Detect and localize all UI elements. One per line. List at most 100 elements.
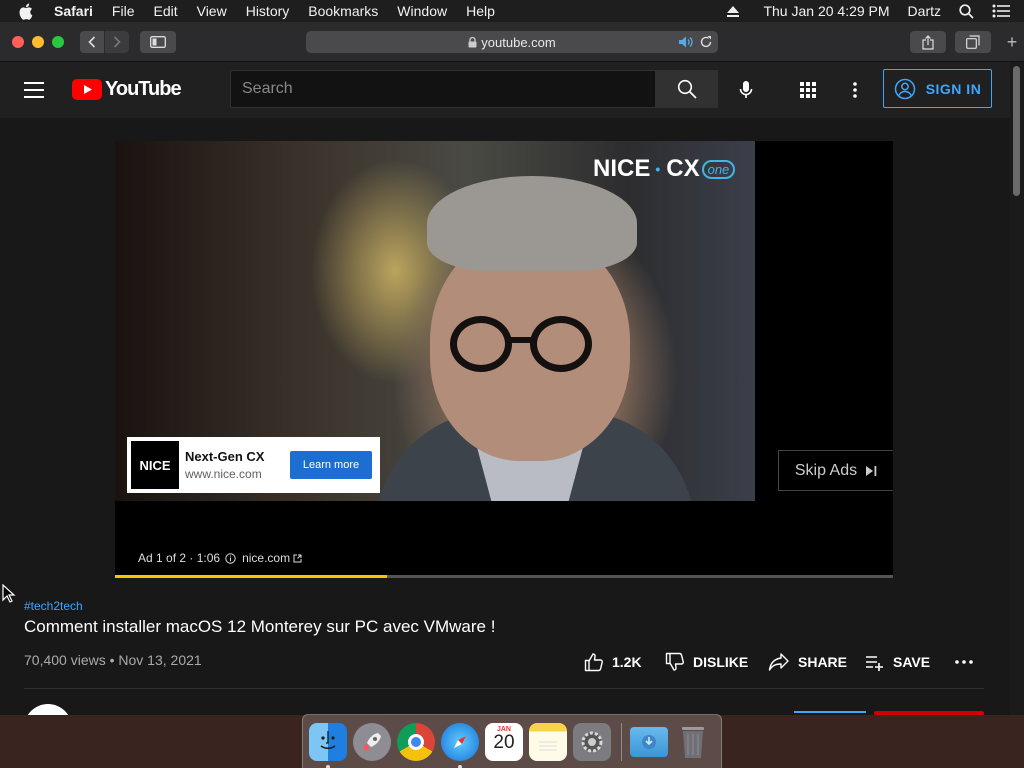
chrome-icon[interactable]	[397, 722, 435, 761]
like-count: 1.2K	[612, 654, 642, 670]
menu-file[interactable]: File	[112, 3, 135, 19]
voice-search-button[interactable]	[733, 77, 759, 103]
ad-brand-nice: NICE	[593, 155, 651, 182]
ad-overlay-card[interactable]: NICE Next-Gen CX www.nice.com Learn more	[127, 437, 380, 493]
join-button[interactable]	[794, 711, 866, 715]
safari-toolbar: youtube.com +	[0, 22, 1024, 62]
ad-brand-logo: NICE • CX one	[593, 155, 736, 183]
thumbs-up-icon	[584, 653, 603, 672]
skip-ads-button[interactable]: Skip Ads	[778, 450, 893, 491]
video-title: Comment installer macOS 12 Monterey sur …	[24, 617, 496, 636]
finder-icon[interactable]	[309, 722, 347, 768]
reload-icon[interactable]	[699, 35, 713, 52]
chevron-left-icon	[88, 36, 96, 48]
scrollbar-thumb[interactable]	[1013, 66, 1020, 196]
eject-icon[interactable]	[727, 5, 740, 17]
ad-card-title: Next-Gen CX	[185, 449, 265, 464]
menu-app-name[interactable]: Safari	[54, 3, 93, 19]
mouse-pointer-icon	[2, 584, 16, 603]
downloads-folder-icon[interactable]	[630, 726, 668, 757]
save-button[interactable]: SAVE	[865, 652, 930, 672]
share-icon	[922, 34, 934, 50]
learn-more-button[interactable]: Learn more	[290, 451, 372, 479]
search-icon	[677, 79, 697, 99]
apple-menu-icon[interactable]	[18, 3, 36, 20]
address-text: youtube.com	[481, 34, 556, 50]
skip-ads-label: Skip Ads	[794, 461, 858, 479]
running-indicator	[458, 764, 462, 768]
page-scrollbar[interactable]	[1010, 62, 1024, 715]
share-label: SHARE	[798, 654, 848, 670]
lock-icon	[468, 36, 477, 48]
webpage: YouTube SIGN IN	[0, 62, 1024, 715]
calendar-day: 20	[493, 731, 515, 753]
ad-brand-cx: CX	[666, 155, 700, 182]
thumbs-down-icon	[665, 652, 684, 671]
trash-icon[interactable]	[674, 723, 712, 761]
safari-icon[interactable]	[441, 722, 479, 768]
ad-card-url: www.nice.com	[185, 467, 262, 481]
launchpad-icon[interactable]	[353, 722, 391, 761]
search-input[interactable]	[231, 71, 655, 107]
menu-user-name[interactable]: Dartz	[908, 3, 941, 19]
subscribe-button[interactable]	[874, 711, 984, 715]
skip-next-icon	[865, 465, 877, 477]
menu-bookmarks[interactable]: Bookmarks	[308, 3, 378, 19]
dislike-button[interactable]: DISLIKE	[665, 652, 748, 672]
calendar-icon[interactable]: JAN 20	[485, 722, 523, 761]
info-icon[interactable]	[225, 552, 236, 564]
search-button[interactable]	[656, 70, 718, 108]
like-button[interactable]: 1.2K	[584, 652, 642, 672]
apps-grid-icon[interactable]	[795, 77, 821, 103]
external-link-icon[interactable]	[293, 554, 302, 563]
system-preferences-icon[interactable]	[573, 722, 611, 761]
hamburger-menu-icon[interactable]	[24, 78, 48, 102]
window-minimize-button[interactable]	[32, 36, 44, 48]
youtube-logo[interactable]: YouTube	[72, 78, 182, 101]
menu-bar: Safari File Edit View History Bookmarks …	[0, 0, 1024, 22]
new-tab-button[interactable]: +	[1000, 31, 1024, 53]
tabs-icon	[966, 35, 980, 49]
playlist-add-icon	[866, 656, 883, 671]
menu-history[interactable]: History	[246, 3, 290, 19]
youtube-header: YouTube SIGN IN	[0, 62, 1024, 118]
menu-help[interactable]: Help	[466, 3, 495, 19]
ad-progress-bar[interactable]	[115, 575, 893, 578]
back-button[interactable]	[80, 31, 104, 53]
ad-counter: Ad 1 of 2 · 1:06	[138, 551, 221, 565]
notes-icon[interactable]	[529, 722, 567, 761]
control-center-icon[interactable]	[992, 4, 1010, 18]
account-icon	[894, 78, 916, 100]
menu-clock[interactable]: Thu Jan 20 4:29 PM	[763, 3, 889, 19]
sign-in-button[interactable]: SIGN IN	[883, 69, 992, 108]
sidebar-toggle-button[interactable]	[140, 31, 176, 53]
menu-edit[interactable]: Edit	[153, 3, 177, 19]
address-bar[interactable]: youtube.com	[306, 31, 718, 53]
save-label: SAVE	[893, 654, 931, 670]
youtube-wordmark: YouTube	[105, 78, 182, 100]
chevron-right-icon	[113, 36, 121, 48]
share-arrow-icon	[768, 653, 789, 671]
dock: JAN 20	[302, 714, 722, 768]
window-zoom-button[interactable]	[52, 36, 64, 48]
spotlight-icon[interactable]	[959, 3, 974, 19]
share-button[interactable]	[910, 31, 946, 53]
video-player[interactable]: NICE • CX one NICE Next-Gen CX www.nice.…	[115, 141, 893, 578]
share-video-button[interactable]: SHARE	[768, 652, 847, 672]
microphone-icon	[739, 81, 753, 98]
ad-domain-link[interactable]: nice.com	[242, 551, 290, 565]
forward-button[interactable]	[105, 31, 129, 53]
more-vertical-icon[interactable]	[842, 77, 868, 103]
sidebar-icon	[150, 36, 166, 48]
channel-avatar[interactable]	[24, 704, 72, 715]
menu-window[interactable]: Window	[397, 3, 447, 19]
video-hashtag[interactable]: #tech2tech	[24, 599, 83, 613]
search-field[interactable]	[230, 70, 656, 108]
running-indicator	[326, 764, 330, 768]
more-actions-icon[interactable]	[955, 652, 981, 672]
menu-view[interactable]: View	[197, 3, 227, 19]
window-close-button[interactable]	[12, 36, 24, 48]
speaker-icon[interactable]	[678, 35, 694, 52]
sign-in-label: SIGN IN	[925, 80, 982, 97]
tab-overview-button[interactable]	[955, 31, 991, 53]
